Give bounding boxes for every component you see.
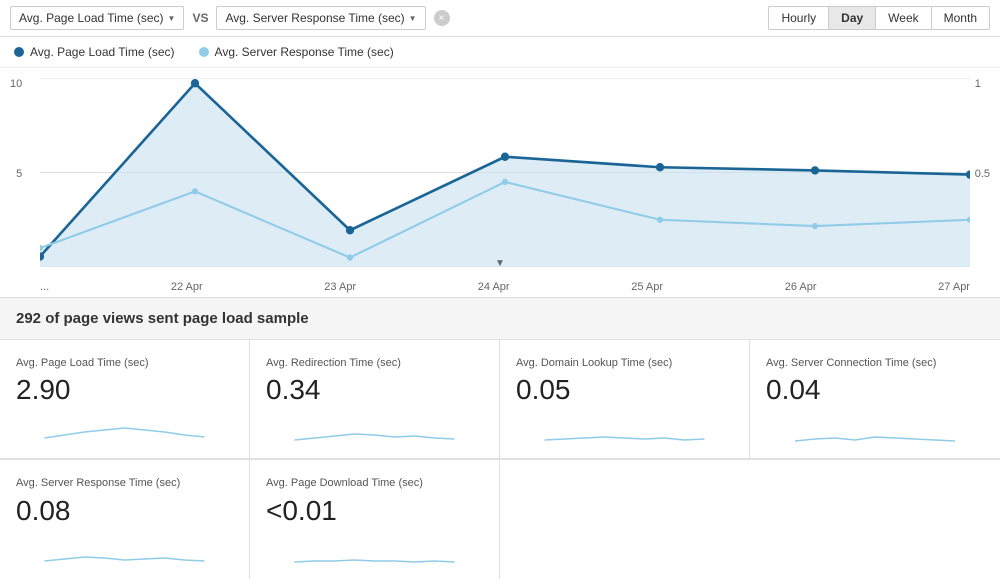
mini-chart-page-load — [16, 410, 233, 445]
legend-label-page-load: Avg. Page Load Time (sec) — [30, 45, 175, 59]
metric2-caret-icon: ▼ — [409, 14, 417, 23]
stat-label-server-response: Avg. Server Response Time (sec) — [16, 476, 233, 490]
mini-chart-server-connection — [766, 410, 984, 445]
stat-label-page-load: Avg. Page Load Time (sec) — [16, 356, 233, 370]
x-label-0: ... — [40, 281, 49, 293]
metric1-label: Avg. Page Load Time (sec) — [19, 11, 164, 25]
y-axis-right: 1 0.5 — [975, 78, 990, 257]
metric2-label: Avg. Server Response Time (sec) — [225, 11, 404, 25]
x-label-26apr: 26 Apr — [785, 281, 817, 293]
line-chart — [40, 78, 970, 267]
expand-chart-button[interactable]: ▼ — [495, 258, 505, 269]
legend-item-2: Avg. Server Response Time (sec) — [199, 45, 394, 59]
stat-value-domain-lookup: 0.05 — [516, 374, 733, 406]
stat-card-empty-1 — [500, 460, 750, 578]
stat-value-server-response: 0.08 — [16, 495, 233, 527]
stats-grid-top: Avg. Page Load Time (sec) 2.90 Avg. Redi… — [0, 340, 1000, 460]
metric2-dropdown[interactable]: Avg. Server Response Time (sec) ▼ — [216, 6, 425, 30]
stat-card-server-connection: Avg. Server Connection Time (sec) 0.04 — [750, 340, 1000, 459]
hourly-button[interactable]: Hourly — [769, 7, 829, 29]
stat-card-empty-2 — [750, 460, 1000, 578]
stat-card-redirection: Avg. Redirection Time (sec) 0.34 — [250, 340, 500, 459]
close-metric2-button[interactable]: × — [434, 10, 450, 26]
chart-svg-wrapper — [40, 78, 970, 267]
stat-value-page-load: 2.90 — [16, 374, 233, 406]
y-left-top: 10 — [10, 78, 22, 90]
stat-value-redirection: 0.34 — [266, 374, 483, 406]
metric1-dropdown[interactable]: Avg. Page Load Time (sec) ▼ — [10, 6, 184, 30]
stat-label-page-download: Avg. Page Download Time (sec) — [266, 476, 483, 490]
vs-label: VS — [192, 11, 208, 25]
y-right-mid: 0.5 — [975, 168, 990, 180]
toolbar: Avg. Page Load Time (sec) ▼ VS Avg. Serv… — [0, 0, 1000, 37]
x-label-22apr: 22 Apr — [171, 281, 203, 293]
y-axis-left: 10 5 — [10, 78, 22, 257]
stats-grid-bottom: Avg. Server Response Time (sec) 0.08 Avg… — [0, 460, 1000, 578]
x-label-23apr: 23 Apr — [324, 281, 356, 293]
stat-card-page-download: Avg. Page Download Time (sec) <0.01 — [250, 460, 500, 578]
legend-dot-page-load — [14, 47, 24, 57]
y-right-top: 1 — [975, 78, 981, 90]
mini-chart-domain-lookup — [516, 410, 733, 445]
chart-legend: Avg. Page Load Time (sec) Avg. Server Re… — [0, 37, 1000, 68]
stat-label-domain-lookup: Avg. Domain Lookup Time (sec) — [516, 356, 733, 370]
mini-chart-redirection — [266, 410, 483, 445]
legend-label-server-response: Avg. Server Response Time (sec) — [215, 45, 394, 59]
stat-value-server-connection: 0.04 — [766, 374, 984, 406]
stat-card-server-response: Avg. Server Response Time (sec) 0.08 — [0, 460, 250, 578]
day-button[interactable]: Day — [829, 7, 876, 29]
x-label-25apr: 25 Apr — [631, 281, 663, 293]
stats-header: 292 of page views sent page load sample — [0, 298, 1000, 340]
mini-chart-server-response — [16, 531, 233, 566]
week-button[interactable]: Week — [876, 7, 931, 29]
stat-card-domain-lookup: Avg. Domain Lookup Time (sec) 0.05 — [500, 340, 750, 459]
legend-item-1: Avg. Page Load Time (sec) — [14, 45, 175, 59]
stat-value-page-download: <0.01 — [266, 495, 483, 527]
metric-selector: Avg. Page Load Time (sec) ▼ VS Avg. Serv… — [10, 6, 450, 30]
stat-card-page-load: Avg. Page Load Time (sec) 2.90 — [0, 340, 250, 459]
metric1-caret-icon: ▼ — [168, 14, 176, 23]
x-axis-labels: ... 22 Apr 23 Apr 24 Apr 25 Apr 26 Apr 2… — [40, 281, 970, 293]
mini-chart-page-download — [266, 531, 483, 566]
x-label-24apr: 24 Apr — [478, 281, 510, 293]
x-label-27apr: 27 Apr — [938, 281, 970, 293]
y-left-mid: 5 — [16, 168, 22, 180]
legend-dot-server-response — [199, 47, 209, 57]
time-period-buttons: Hourly Day Week Month — [768, 6, 990, 30]
chart-area: 10 5 1 0.5 — [0, 68, 1000, 298]
stat-label-redirection: Avg. Redirection Time (sec) — [266, 356, 483, 370]
stats-header-text: 292 of page views sent page load sample — [16, 310, 309, 327]
stat-label-server-connection: Avg. Server Connection Time (sec) — [766, 356, 984, 370]
month-button[interactable]: Month — [932, 7, 989, 29]
